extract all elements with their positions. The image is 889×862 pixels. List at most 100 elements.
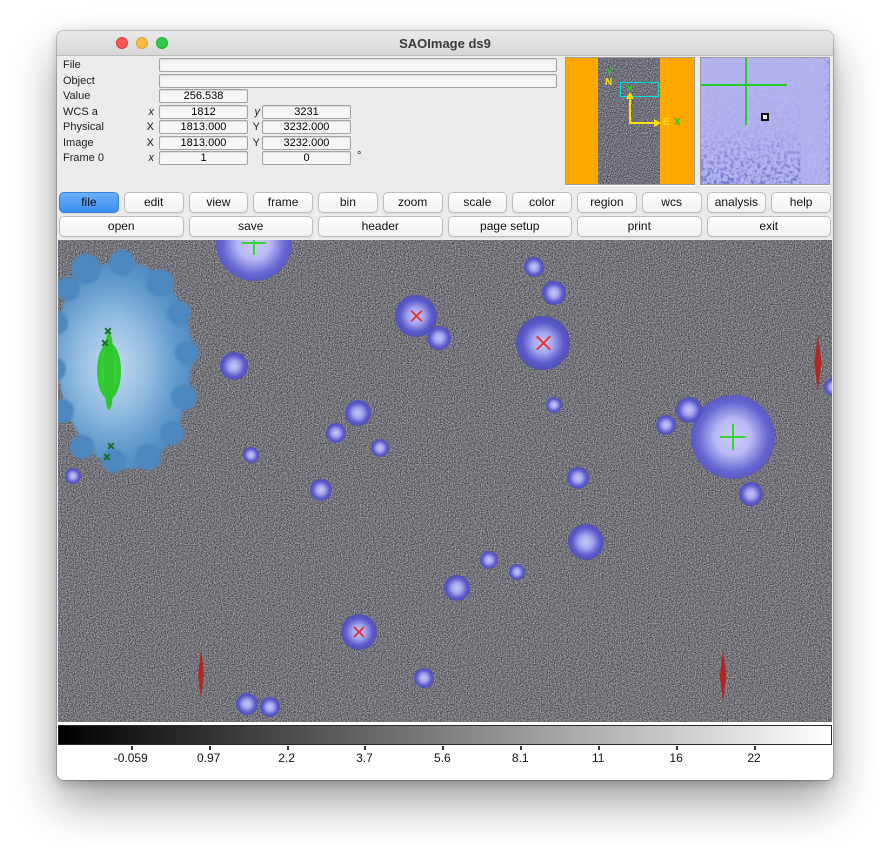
galaxy-blob-lump — [160, 421, 184, 445]
star — [691, 395, 775, 479]
info-row-physical: PhysicalX1813.000Y3232.000 — [57, 120, 567, 134]
info-field-1[interactable]: 1813.000 — [159, 120, 248, 134]
green-cross-marker — [242, 240, 266, 255]
star — [676, 397, 702, 423]
star — [546, 397, 562, 413]
menu-button-file[interactable]: file — [59, 192, 119, 213]
close-button[interactable] — [116, 37, 128, 49]
info-row-file: File — [57, 58, 567, 72]
menu-button-wcs[interactable]: wcs — [642, 192, 702, 213]
galaxy-blob-lump — [171, 384, 197, 410]
panner[interactable]: Y N E X — [565, 57, 695, 185]
info-sublabel: Y — [248, 120, 260, 134]
info-row-image: ImageX1813.000Y3232.000 — [57, 136, 567, 150]
star — [220, 352, 248, 380]
menu-button-analysis[interactable]: analysis — [707, 192, 767, 213]
magnifier-crosshair-vertical — [745, 58, 747, 125]
info-label: Value — [63, 89, 90, 103]
menu-button-open[interactable]: open — [59, 216, 184, 237]
colorbar-tick-label: 0.97 — [179, 751, 239, 765]
galaxy-blob — [58, 261, 192, 469]
colorbar-tick — [520, 746, 522, 750]
degree-symbol: ° — [357, 150, 361, 162]
colorbar-tick-label: 16 — [646, 751, 706, 765]
info-field-2[interactable]: 3232.000 — [262, 136, 351, 150]
star — [444, 575, 470, 601]
star — [326, 423, 346, 443]
info-field-2[interactable]: 3231 — [262, 105, 351, 119]
menu-button-scale[interactable]: scale — [448, 192, 508, 213]
zoom-button[interactable] — [156, 37, 168, 49]
menu-button-color[interactable]: color — [512, 192, 572, 213]
star — [65, 468, 81, 484]
info-sublabel: X — [142, 136, 154, 150]
menu-button-bin[interactable]: bin — [318, 192, 378, 213]
menu-button-zoom[interactable]: zoom — [383, 192, 443, 213]
star — [427, 326, 451, 350]
info-field-file[interactable] — [159, 58, 557, 72]
star — [739, 482, 763, 506]
menu-button-exit[interactable]: exit — [707, 216, 832, 237]
image-canvas[interactable] — [58, 240, 832, 722]
info-label: Frame 0 — [63, 151, 104, 165]
info-panel: Y N E X — [57, 56, 833, 190]
info-sublabel: Y — [248, 136, 260, 150]
colorbar-tick — [676, 746, 678, 750]
menu-button-view[interactable]: view — [189, 192, 249, 213]
colorbar-tick-label: 22 — [724, 751, 784, 765]
menu-button-header[interactable]: header — [318, 216, 443, 237]
star — [236, 693, 258, 715]
green-cross-marker — [720, 424, 746, 450]
info-label: File — [63, 58, 81, 72]
info-row-frame-0: Frame 0 x10 ° — [57, 151, 567, 165]
compass-north-arrow-icon — [626, 92, 634, 99]
traffic-lights — [116, 37, 168, 49]
colorbar-tick-label: -0.059 — [101, 751, 161, 765]
galaxy-blob-lump — [135, 444, 161, 470]
star — [371, 439, 389, 457]
colorbar-tick — [287, 746, 289, 750]
colorbar-tick — [364, 746, 366, 750]
colorbar-tick-label: 3.7 — [334, 751, 394, 765]
menu-button-edit[interactable]: edit — [124, 192, 184, 213]
menu-row-2: opensaveheaderpage setupprintexit — [58, 216, 832, 237]
info-field-2[interactable]: 0 — [262, 151, 351, 165]
info-field-1[interactable]: 1 — [159, 151, 248, 165]
menu-button-frame[interactable]: frame — [253, 192, 313, 213]
info-field-object[interactable] — [159, 74, 557, 88]
 — [732, 424, 734, 450]
compass-east-line — [629, 122, 655, 124]
menu-button-region[interactable]: region — [577, 192, 637, 213]
mini-cross-marker — [104, 327, 112, 335]
magnifier-noise — [701, 58, 830, 185]
 — [253, 240, 255, 255]
info-label: Object — [63, 74, 95, 88]
star — [310, 479, 332, 501]
star — [480, 551, 498, 569]
menu-button-save[interactable]: save — [189, 216, 314, 237]
star — [260, 697, 280, 717]
magnifier — [700, 57, 830, 185]
colorbar-tick — [209, 746, 211, 750]
info-field-value[interactable]: 256.538 — [159, 89, 248, 103]
minimize-button[interactable] — [136, 37, 148, 49]
info-field-1[interactable]: 1813.000 — [159, 136, 248, 150]
colorbar-tick — [598, 746, 600, 750]
info-field-1[interactable]: 1812 — [159, 105, 248, 119]
info-sublabel: x — [142, 151, 154, 165]
star — [509, 564, 525, 580]
menu-button-page-setup[interactable]: page setup — [448, 216, 573, 237]
info-field-2[interactable]: 3232.000 — [262, 120, 351, 134]
menu-button-help[interactable]: help — [771, 192, 831, 213]
info-row-value: Value 256.538 — [57, 89, 567, 103]
red-x-marker — [534, 334, 553, 353]
colorbar-gradient[interactable] — [58, 725, 832, 745]
menu-button-print[interactable]: print — [577, 216, 702, 237]
magnifier-crosshair-horizontal — [701, 84, 787, 86]
compass-label-e: E — [663, 118, 670, 128]
colorbar-tick-label: 8.1 — [490, 751, 550, 765]
galaxy-blob-lump — [70, 435, 94, 459]
star — [414, 668, 434, 688]
mini-cross-marker — [101, 339, 109, 347]
galaxy-blob-lump — [109, 250, 135, 276]
